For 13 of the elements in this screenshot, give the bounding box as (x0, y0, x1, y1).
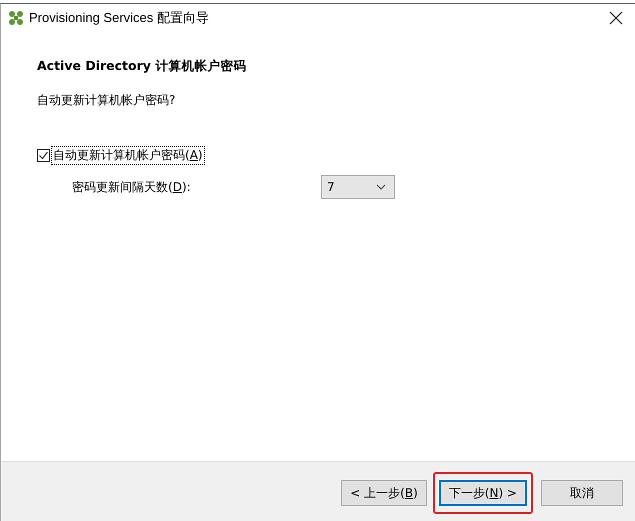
next-button[interactable]: 下一步(N) > (438, 480, 527, 506)
checkbox-label[interactable]: 自动更新计算机帐户密码(A) (52, 147, 204, 164)
chevron-down-icon (376, 184, 386, 190)
days-dropdown[interactable]: 7 (321, 175, 395, 199)
back-button[interactable]: < 上一步(B) (341, 480, 427, 506)
cancel-button[interactable]: 取消 (541, 480, 623, 506)
interval-label: 密码更新间隔天数(D): (72, 178, 192, 196)
app-icon (8, 10, 24, 26)
close-icon[interactable] (609, 11, 623, 25)
page-heading: Active Directory 计算机帐户密码 (37, 58, 248, 75)
question-text: 自动更新计算机帐户密码? (37, 92, 176, 109)
window-title: Provisioning Services 配置向导 (29, 9, 210, 27)
checkbox[interactable] (37, 149, 50, 162)
